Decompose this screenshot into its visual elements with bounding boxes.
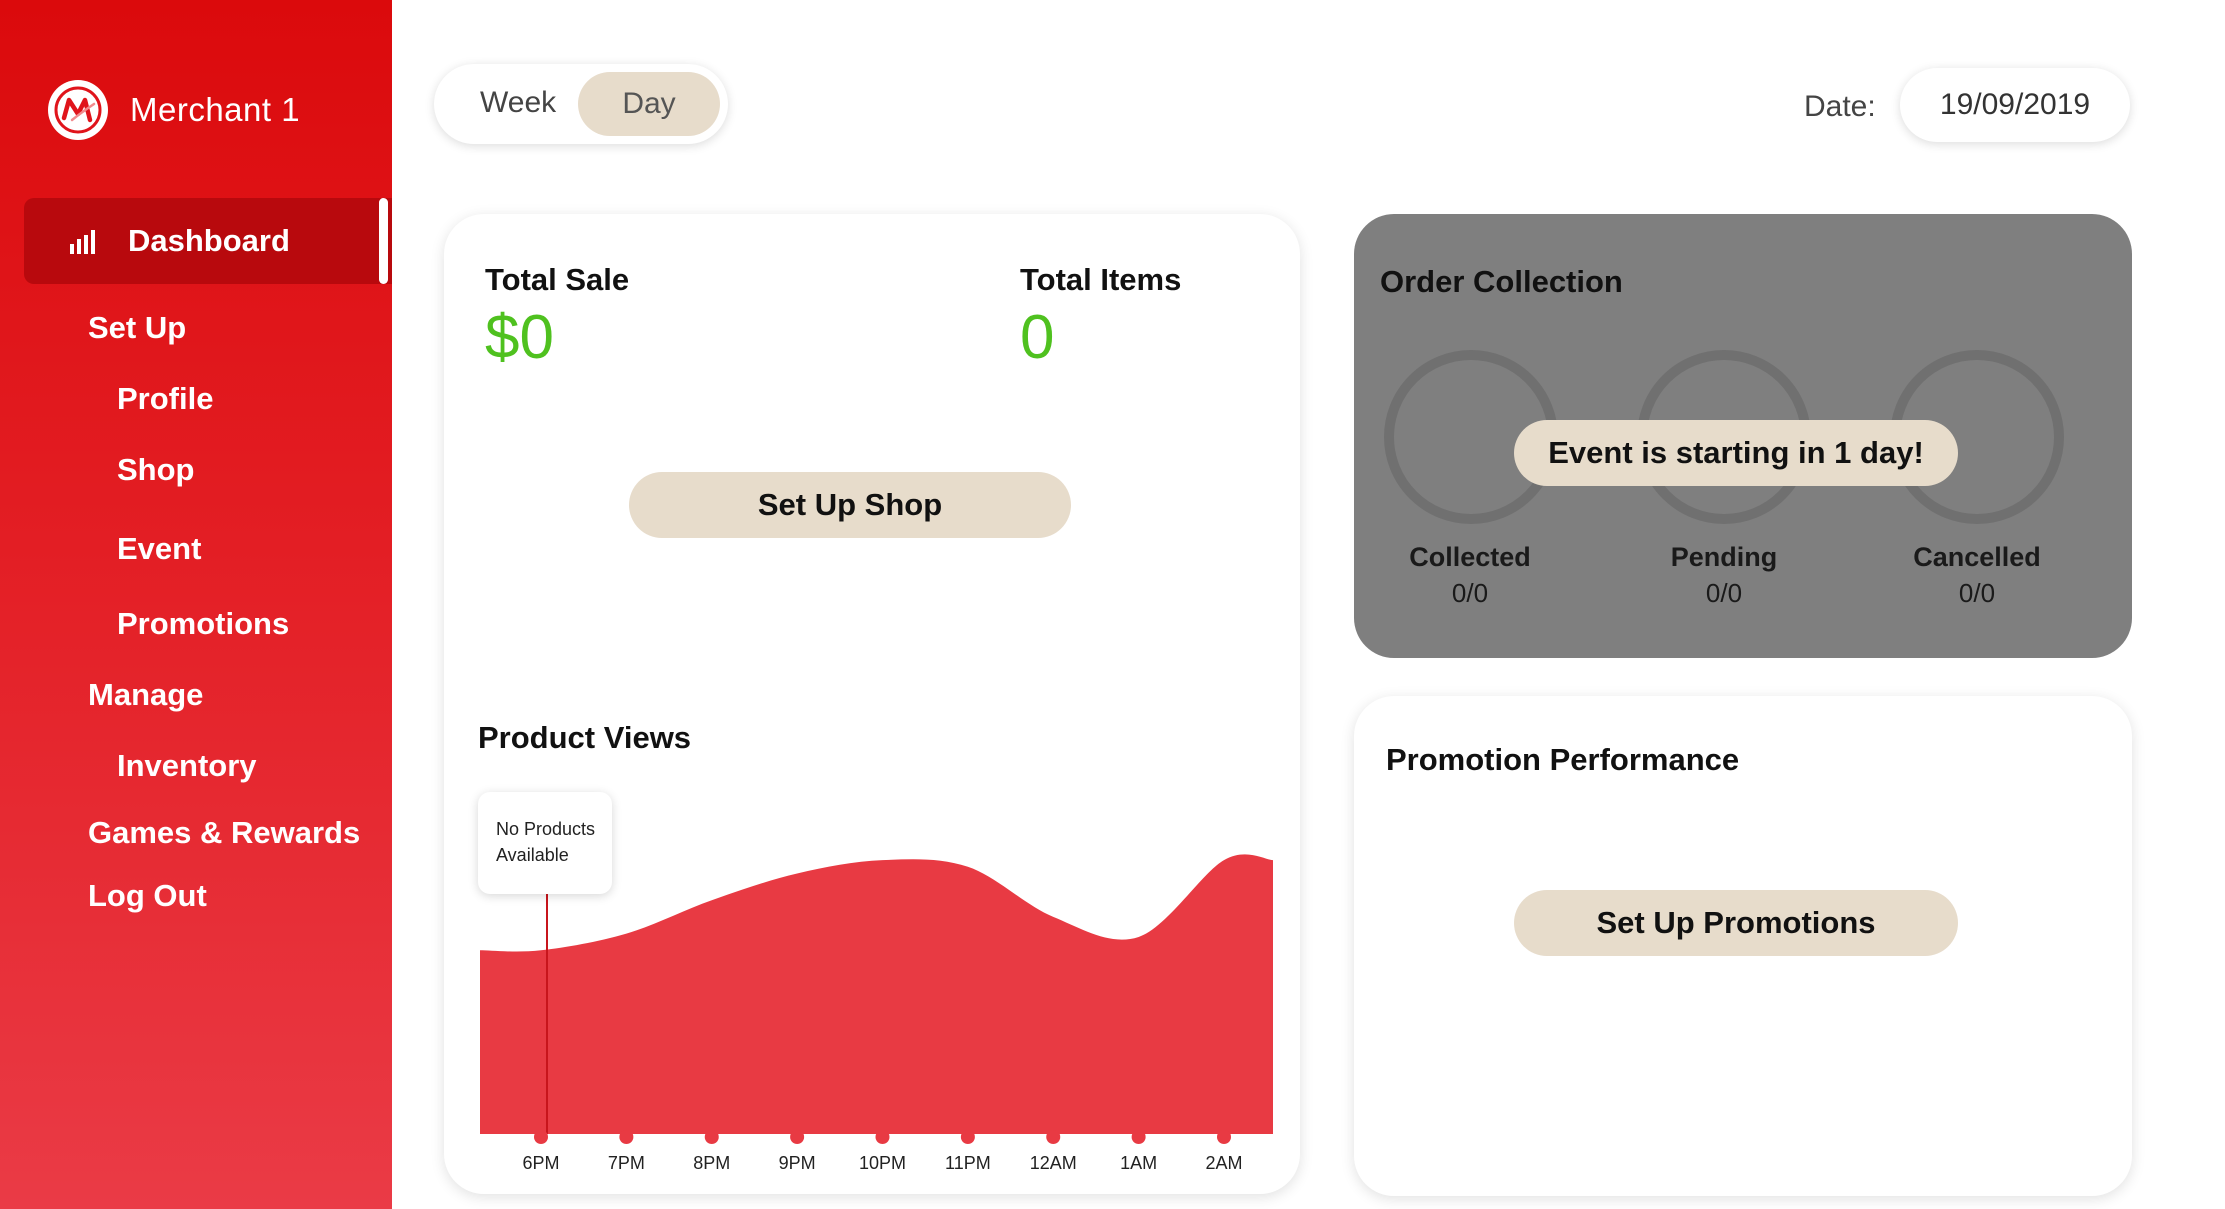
chart-tooltip: No Products Available — [478, 792, 612, 894]
promotion-title: Promotion Performance — [1386, 742, 1740, 777]
pending-value: 0/0 — [1705, 578, 1743, 608]
x-tick-label: 10PM — [859, 1153, 906, 1173]
x-tick-label: 2AM — [1205, 1153, 1242, 1173]
x-tick-label: 7PM — [608, 1153, 645, 1173]
product-views-area — [480, 854, 1273, 1134]
order-collection-title: Order Collection — [1380, 264, 1623, 299]
chart-point[interactable] — [619, 1130, 634, 1144]
pending-label: Pending — [1670, 542, 1778, 572]
x-tick-label: 12AM — [1030, 1153, 1077, 1173]
event-notice: Event is starting in 1 day! — [1514, 420, 1958, 486]
chart-point[interactable] — [704, 1130, 719, 1144]
setup-promotions-button[interactable]: Set Up Promotions — [1514, 890, 1958, 956]
chart-point[interactable] — [534, 1130, 548, 1144]
x-tick-label: 11PM — [945, 1153, 991, 1173]
x-tick-label: 6PM — [522, 1153, 559, 1173]
x-tick-label: 1AM — [1120, 1153, 1157, 1173]
cancelled-label: Cancelled — [1913, 542, 2041, 572]
x-tick-label: 8PM — [693, 1153, 730, 1173]
collected-value: 0/0 — [1451, 578, 1489, 608]
chart-point[interactable] — [875, 1130, 890, 1144]
chart-point[interactable] — [1131, 1130, 1146, 1144]
chart-point[interactable] — [1046, 1130, 1061, 1144]
chart-point[interactable] — [790, 1130, 805, 1144]
cancelled-value: 0/0 — [1958, 578, 1996, 608]
chart-point[interactable] — [960, 1130, 975, 1144]
chart-point[interactable] — [1217, 1130, 1231, 1144]
collected-label: Collected — [1409, 542, 1531, 572]
x-tick-label: 9PM — [779, 1153, 816, 1173]
